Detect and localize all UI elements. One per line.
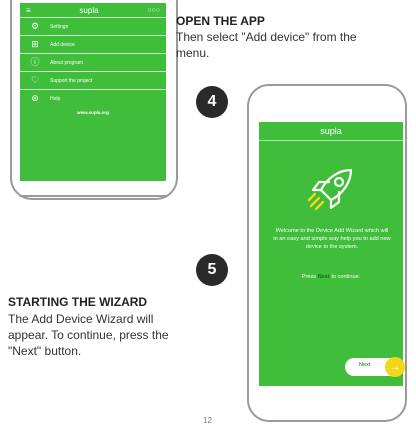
gear-icon: ⚙ bbox=[30, 21, 40, 31]
heart-icon: ♡ bbox=[30, 75, 40, 85]
menu-item-label: About program bbox=[50, 59, 84, 66]
rocket-icon bbox=[307, 168, 353, 211]
app-topbar: supla bbox=[259, 122, 403, 141]
phone-bottom-edge bbox=[20, 195, 166, 197]
menu-item-settings[interactable]: ⚙ Settings bbox=[20, 18, 166, 36]
help-icon: ⊛ bbox=[31, 93, 39, 103]
wizard-welcome-text: Welcome to the Device Add Wizard which w… bbox=[273, 228, 391, 250]
app-menu-screen: ≡ supla ○○○ ⚙ Settings ⊞ Add device ⓘ Ab… bbox=[20, 3, 166, 181]
menu-item-label: Support the project bbox=[50, 77, 93, 84]
app-brand: supla bbox=[320, 126, 342, 136]
menu-item-label: Help bbox=[50, 95, 61, 102]
menu-item-label: Add device bbox=[50, 41, 75, 48]
press-keyword: Next bbox=[317, 274, 330, 280]
next-button[interactable]: Next → bbox=[345, 357, 405, 377]
menu-item-add-device[interactable]: ⊞ Add device bbox=[20, 36, 166, 54]
plus-square-icon: ⊞ bbox=[31, 39, 39, 49]
text-starting-wizard: The Add Device Wizard will appear. To co… bbox=[8, 312, 169, 358]
heading-open-app: OPEN THE APP bbox=[176, 14, 265, 28]
more-icon[interactable]: ○○○ bbox=[147, 7, 160, 14]
menu-item-help[interactable]: ⊛ Help bbox=[20, 90, 166, 107]
app-brand: supla bbox=[79, 5, 99, 15]
text-open-app: Then select "Add device" from the menu. bbox=[176, 30, 357, 60]
menu-item-support[interactable]: ♡ Support the project bbox=[20, 72, 166, 90]
app-topbar: ≡ supla ○○○ bbox=[20, 3, 166, 18]
step-number-4: 4 bbox=[196, 86, 228, 118]
page-number: 12 bbox=[203, 416, 212, 425]
menu-item-label: Settings bbox=[50, 23, 69, 30]
info-icon: ⓘ bbox=[30, 57, 40, 67]
hamburger-icon[interactable]: ≡ bbox=[26, 6, 31, 15]
wizard-screen: supla Welcome to the Device Add Wizard w… bbox=[259, 122, 405, 386]
press-suffix: to continue. bbox=[331, 274, 361, 280]
heading-starting-wizard: STARTING THE WIZARD bbox=[8, 295, 148, 309]
arrow-right-icon: → bbox=[385, 357, 405, 377]
step-number-5: 5 bbox=[196, 254, 228, 286]
next-button-label: Next bbox=[359, 362, 371, 368]
website-link[interactable]: www.supla.org bbox=[20, 110, 166, 115]
side-menu: ⚙ Settings ⊞ Add device ⓘ About program … bbox=[20, 18, 166, 107]
wizard-press-next-text: Press Next to continue. bbox=[267, 274, 395, 280]
menu-item-about[interactable]: ⓘ About program bbox=[20, 54, 166, 72]
press-prefix: Press bbox=[301, 274, 317, 280]
